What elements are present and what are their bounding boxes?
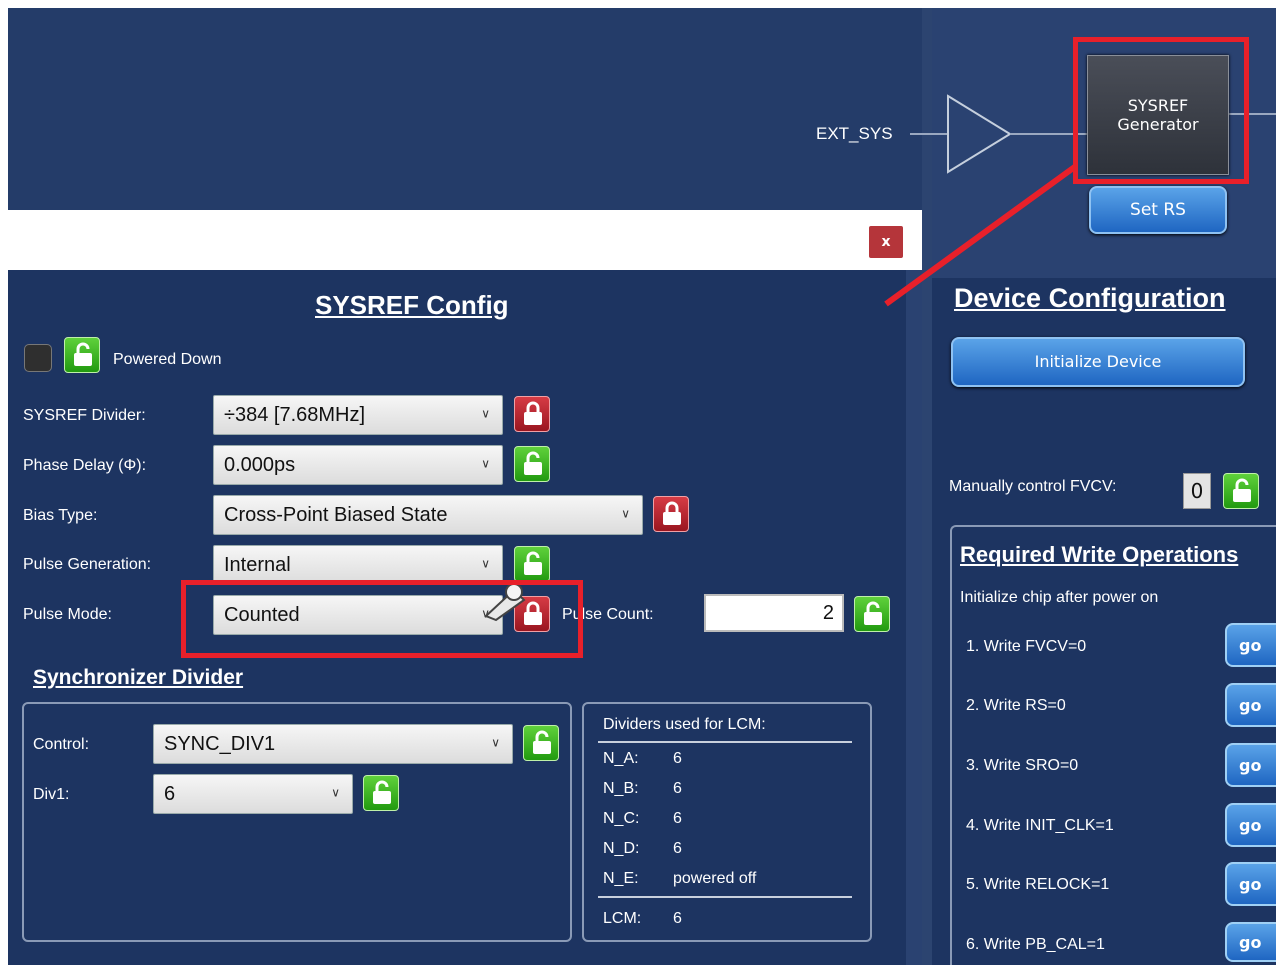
bias-type-select[interactable]: Cross-Point Biased State ∨ [213, 495, 643, 535]
div1-label: Div1: [33, 786, 70, 803]
lcm-title: Dividers used for LCM: [603, 716, 766, 733]
ext-sys-label: EXT_SYS [816, 124, 893, 143]
required-ops-title: Required Write Operations [960, 542, 1239, 567]
phase-delay-select[interactable]: 0.000ps ∨ [213, 445, 503, 485]
step-text: 4. Write INIT_CLK=1 [966, 817, 1114, 834]
control-select[interactable]: SYNC_DIV1 ∨ [153, 724, 513, 764]
lcm-item-value: powered off [673, 870, 757, 887]
step-text: 6. Write PB_CAL=1 [966, 936, 1105, 953]
step-go-button[interactable]: go [1225, 922, 1276, 962]
step-go-button[interactable]: go [1225, 623, 1276, 667]
lcm-item-name: N_E: [603, 870, 639, 887]
fvcv-label: Manually control FVCV: [949, 478, 1117, 495]
lcm-divider-top [598, 741, 852, 743]
control-lock-icon[interactable] [523, 725, 559, 761]
annotation-connector-line [884, 163, 1078, 307]
phase-delay-value: 0.000ps [224, 453, 296, 476]
dialog-edge [906, 270, 922, 965]
sysref-divider-lock-icon[interactable] [514, 396, 550, 432]
lcm-item-name: N_A: [603, 750, 639, 767]
bias-type-lock-icon[interactable] [653, 496, 689, 532]
lcm-item-name: N_C: [603, 810, 640, 827]
dialog-title: SYSREF Config [315, 290, 509, 320]
lcm-item-value: 6 [673, 840, 682, 857]
phase-delay-label: Phase Delay (Φ): [23, 457, 147, 474]
pulse-generation-label: Pulse Generation: [23, 556, 152, 573]
step-go-button[interactable]: go [1225, 862, 1276, 906]
block-diagram-canvas [8, 8, 922, 210]
sysref-divider-label: SYSREF Divider: [23, 407, 146, 424]
pulse-count-input[interactable]: 2 [704, 594, 844, 632]
sysref-divider-select[interactable]: ÷384 [7.68MHz] ∨ [213, 395, 503, 435]
sysref-divider-value: ÷384 [7.68MHz] [224, 403, 366, 426]
div1-lock-icon[interactable] [363, 775, 399, 811]
fvcv-lock-icon[interactable] [1223, 473, 1259, 509]
chevron-down-icon: ∨ [481, 406, 490, 421]
chevron-down-icon: ∨ [481, 456, 490, 471]
pulse-generation-value: Internal [224, 553, 291, 576]
div1-value: 6 [164, 782, 176, 805]
lcm-item-value: 6 [673, 810, 682, 827]
step-text: 2. Write RS=0 [966, 697, 1066, 714]
chevron-down-icon: ∨ [621, 506, 630, 521]
set-rs-button[interactable]: Set RS [1089, 186, 1227, 234]
lcm-divider-bottom [598, 896, 852, 898]
step-text: 3. Write SRO=0 [966, 757, 1079, 774]
pulse-generation-select[interactable]: Internal ∨ [213, 545, 503, 585]
control-value: SYNC_DIV1 [164, 732, 276, 755]
required-ops-subtitle: Initialize chip after power on [960, 589, 1159, 606]
pulse-generation-lock-icon[interactable] [514, 546, 550, 582]
lcm-value: 6 [673, 910, 682, 927]
annotation-highlight-pulse-mode [181, 580, 583, 658]
step-go-button[interactable]: go [1225, 683, 1276, 727]
step-go-button[interactable]: go [1225, 743, 1276, 787]
initialize-device-button[interactable]: Initialize Device [951, 337, 1245, 387]
step-text: 1. Write FVCV=0 [966, 638, 1087, 655]
chevron-down-icon: ∨ [331, 785, 340, 800]
lcm-item-name: N_B: [603, 780, 639, 797]
phase-delay-lock-icon[interactable] [514, 446, 550, 482]
lcm-item-value: 6 [673, 780, 682, 797]
div1-select[interactable]: 6 ∨ [153, 774, 353, 814]
step-go-button[interactable]: go [1225, 803, 1276, 847]
step-text: 5. Write RELOCK=1 [966, 876, 1110, 893]
fvcv-input[interactable]: 0 [1183, 473, 1211, 509]
powered-down-checkbox[interactable] [24, 344, 52, 372]
dialog-titlebar [8, 210, 908, 270]
sync-divider-heading: Synchronizer Divider [33, 666, 244, 689]
chevron-down-icon: ∨ [491, 735, 500, 750]
lcm-label: LCM: [603, 910, 642, 927]
powered-down-lock-icon[interactable] [64, 337, 100, 373]
lcm-item-value: 6 [673, 750, 682, 767]
chevron-down-icon: ∨ [481, 556, 490, 571]
powered-down-label: Powered Down [113, 351, 222, 368]
control-label: Control: [33, 736, 90, 753]
bias-type-value: Cross-Point Biased State [224, 503, 448, 526]
lcm-item-name: N_D: [603, 840, 640, 857]
pulse-count-lock-icon[interactable] [854, 596, 890, 632]
pulse-mode-label: Pulse Mode: [23, 606, 112, 623]
bias-type-label: Bias Type: [23, 507, 98, 524]
